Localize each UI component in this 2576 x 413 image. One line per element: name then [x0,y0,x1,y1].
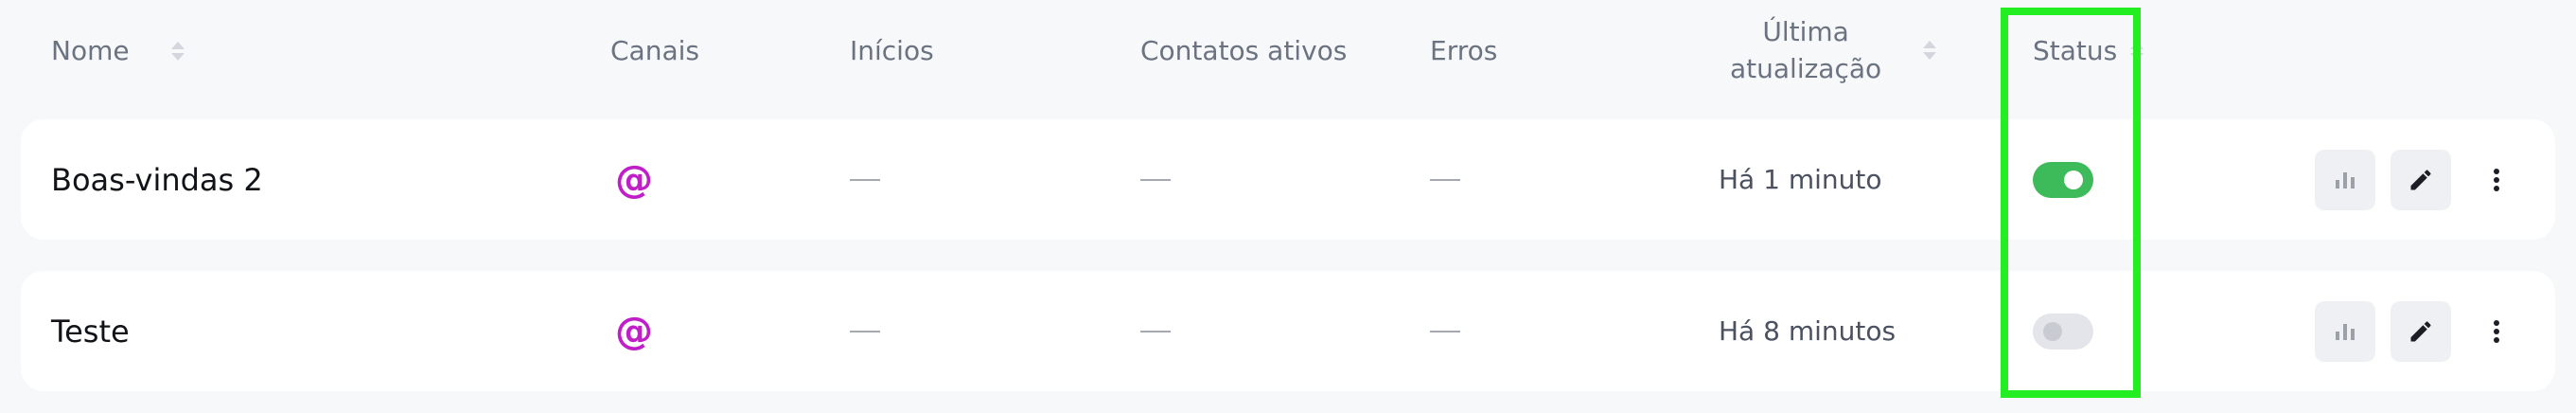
email-at-icon: @ [615,309,653,353]
column-header-last-update-line2: atualização [1730,53,1882,84]
flow-name[interactable]: Boas-vindas 2 [51,119,263,240]
pencil-icon [2410,321,2431,342]
column-header-errors-label: Erros [1430,35,1498,66]
more-options-button[interactable] [2478,150,2515,210]
sort-arrows-icon[interactable] [1923,41,1937,60]
column-header-starts: Inícios [850,32,934,69]
errors-value [1430,271,1460,391]
bar-chart-icon [2336,324,2355,340]
edit-button[interactable] [2391,301,2451,362]
vertical-dots-icon [2494,169,2499,191]
pencil-icon [2410,170,2431,190]
active-contacts-value [1140,119,1171,240]
more-options-button[interactable] [2478,301,2515,362]
starts-value [850,271,880,391]
column-header-last-update-line1: Última [1762,16,1849,47]
table-row[interactable]: Teste @ Há 8 minutos [21,271,2555,391]
vertical-dots-icon [2494,320,2499,343]
analytics-button[interactable] [2315,301,2375,362]
last-update-value: Há 1 minuto [1719,164,1882,195]
column-header-channels: Canais [610,32,699,69]
edit-button[interactable] [2391,150,2451,210]
table-header: Nome Canais Inícios Contatos ativos Erro… [0,0,2576,104]
errors-value [1430,119,1460,240]
analytics-button[interactable] [2315,150,2375,210]
last-update-value: Há 8 minutos [1719,315,1897,347]
flows-table: Nome Canais Inícios Contatos ativos Erro… [0,0,2576,413]
bar-chart-icon [2336,172,2355,189]
column-header-name-label: Nome [51,35,130,66]
column-header-errors: Erros [1430,32,1497,69]
column-header-active-contacts: Contatos ativos [1140,32,1347,69]
column-header-channels-label: Canais [610,35,699,66]
column-header-name[interactable]: Nome [51,32,185,69]
active-contacts-value [1140,271,1171,391]
starts-value [850,119,880,240]
column-header-last-update[interactable]: Última atualização [1730,13,1937,87]
column-header-starts-label: Inícios [850,35,934,66]
status-column-highlight [2001,8,2141,398]
table-row[interactable]: Boas-vindas 2 @ Há 1 minuto [21,119,2555,240]
column-header-active-contacts-label: Contatos ativos [1140,35,1348,66]
sort-arrows-icon[interactable] [170,41,185,61]
email-at-icon: @ [615,157,653,202]
flow-name[interactable]: Teste [51,271,130,391]
